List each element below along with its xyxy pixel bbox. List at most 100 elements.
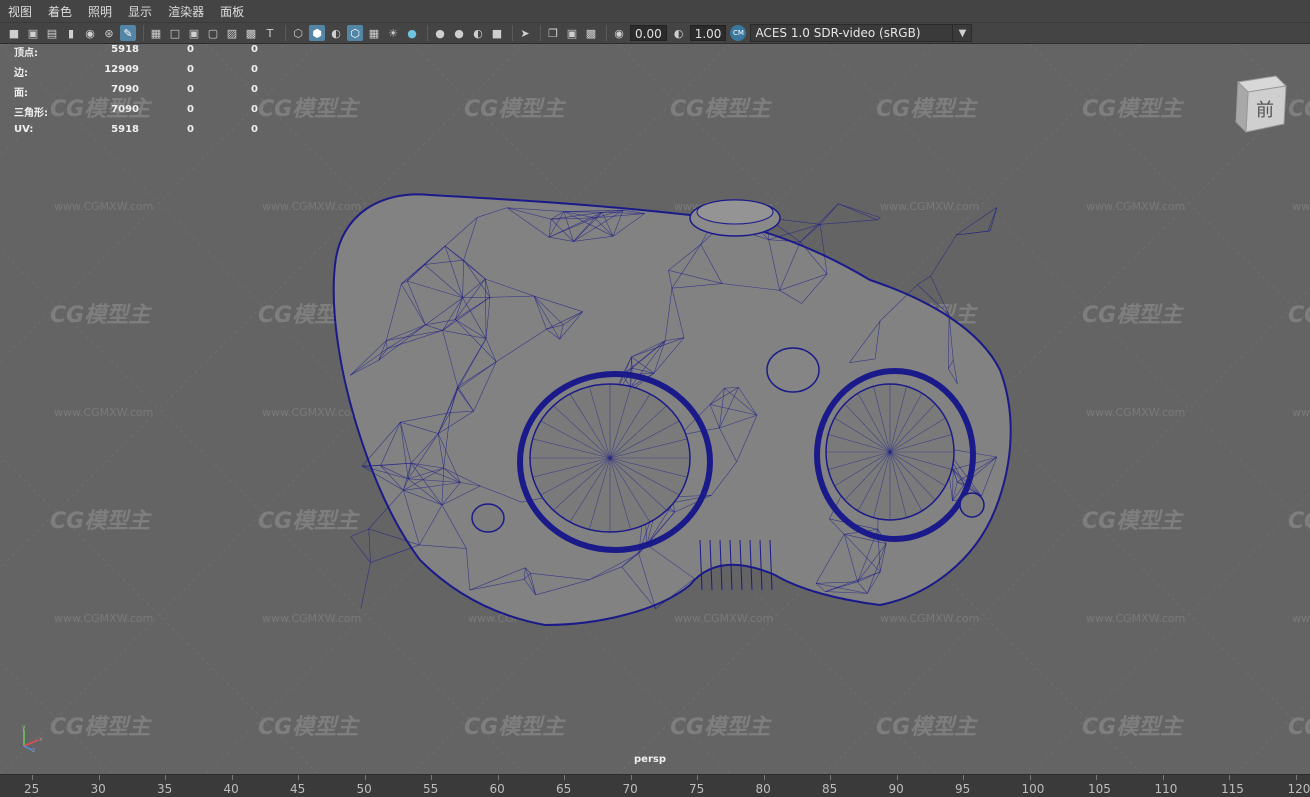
viewport-panel[interactable]: CG模型主www.CGMXW.comCG模型主www.CGMXW.comCG模型… [0,44,1310,774]
timeline-tick-label: 85 [822,782,837,796]
timeline-tick-label: 75 [689,782,704,796]
mesh-edge [956,207,996,235]
shadows-icon[interactable]: ● [404,25,420,41]
mesh-left-screw [472,504,504,532]
gamma-field[interactable]: 1.00 [690,25,727,41]
hud-triangles: 0 [250,64,258,75]
mesh-focus-knob [767,348,819,392]
time-slider[interactable]: 2530354045505560657075808590951001051101… [0,774,1310,797]
toolbar-divider [606,25,607,41]
safe-title-icon[interactable]: T [262,25,278,41]
timeline-tick [165,775,166,780]
image-plane-icon[interactable]: ◉ [82,25,98,41]
timeline-tick [365,775,366,780]
grease-pencil-icon[interactable]: ✎ [120,25,136,41]
wireframe-model[interactable] [0,44,1310,774]
z-axis-line [24,746,32,750]
hud-triangles: 0 [250,104,258,115]
textured-icon[interactable]: ▦ [366,25,382,41]
xray-components-icon[interactable]: ▩ [583,25,599,41]
z-axis-label: z [32,747,35,752]
hud-selected: 0 [186,44,194,55]
camera-attributes-icon[interactable]: ▣ [25,25,41,41]
mesh-edge [988,207,997,231]
safe-action-icon[interactable]: ▩ [243,25,259,41]
toolbar-divider [285,25,286,41]
mesh-edge [351,529,369,537]
menu-show[interactable]: 显示 [120,3,160,20]
x-axis-label: x [39,736,43,743]
hud-total: 7090 [111,84,139,95]
2d-pan-zoom-icon[interactable]: ⊛ [101,25,117,41]
grid-icon[interactable]: ▦ [148,25,164,41]
motion-blur-icon[interactable]: ● [451,25,467,41]
timeline-tick [631,775,632,780]
toolbar-divider [540,25,541,41]
timeline-tick-label: 50 [357,782,372,796]
viewport-toolbar: ■ ▣ ▤ ▮ ◉ ⊛ ✎ ▦ □ ▣ ▢ ▨ ▩ T ⬡ ⬢ ◐ ⬡ ▦ ☀ … [0,22,1310,44]
timeline-tick [764,775,765,780]
timeline-tick [564,775,565,780]
chevron-down-icon[interactable]: ▼ [952,25,971,41]
wireframe-on-shaded-icon[interactable]: ⬡ [347,25,363,41]
exposure-icon[interactable]: ◉ [611,25,627,41]
timeline-tick-label: 115 [1221,782,1244,796]
hud-selected: 0 [186,84,194,95]
timeline-tick-label: 25 [24,782,39,796]
wireframe-icon[interactable]: ⬡ [290,25,306,41]
resolution-gate-icon[interactable]: ▣ [186,25,202,41]
ambient-occlusion-icon[interactable]: ● [432,25,448,41]
timeline-tick [1229,775,1230,780]
timeline-tick-label: 55 [423,782,438,796]
hud-total: 5918 [111,44,139,55]
menu-renderer[interactable]: 渲染器 [160,3,212,20]
bookmark-icon[interactable]: ▮ [63,25,79,41]
timeline-tick-label: 45 [290,782,305,796]
field-chart-icon[interactable]: ▨ [224,25,240,41]
use-all-lights-icon[interactable]: ☀ [385,25,401,41]
anti-aliasing-icon[interactable]: ◐ [470,25,486,41]
menu-shading[interactable]: 着色 [40,3,80,20]
color-management-icon[interactable]: CM [730,25,746,41]
gamma-icon[interactable]: ◐ [671,25,687,41]
timeline-tick [830,775,831,780]
timeline-tick-label: 110 [1155,782,1178,796]
hud-total: 7090 [111,104,139,115]
menu-panels[interactable]: 面板 [212,3,252,20]
isolate-select-icon[interactable]: ➤ [517,25,533,41]
menu-view[interactable]: 视图 [0,3,40,20]
xray-joints-icon[interactable]: ▣ [564,25,580,41]
hud-row: UV:591800 [14,124,274,144]
mesh-edge [369,529,371,563]
timeline-tick [298,775,299,780]
timeline-tick-label: 100 [1022,782,1045,796]
timeline-tick-label: 105 [1088,782,1111,796]
hud-row: 面:709000 [14,84,274,104]
view-cube-side[interactable] [1236,82,1248,132]
mesh-edge [917,276,930,285]
mesh-edge [820,220,877,224]
mesh-edge [838,204,877,220]
xray-icon[interactable]: ❐ [545,25,561,41]
mesh-right-screw [960,493,984,517]
exposure-field[interactable]: 0.00 [630,25,667,41]
bookmark-camera-icon[interactable]: ▤ [44,25,60,41]
smooth-shade-icon[interactable]: ⬢ [309,25,325,41]
timeline-tick [498,775,499,780]
view-cube[interactable]: 前 [1228,72,1288,134]
film-gate-icon[interactable]: □ [167,25,183,41]
hud-row: 边:1290900 [14,64,274,84]
hud-label: 顶点: [14,44,38,59]
hud-label: 面: [14,84,28,99]
menu-lighting[interactable]: 照明 [80,3,120,20]
axis-gizmo: y x z [18,722,48,752]
toolbar-divider [512,25,513,41]
default-material-icon[interactable]: ◐ [328,25,344,41]
gate-mask-icon[interactable]: ▢ [205,25,221,41]
depth-of-field-icon[interactable]: ■ [489,25,505,41]
camera-name-label: persp [634,754,666,765]
mesh-top-cap-face [697,200,773,224]
view-transform-select[interactable]: ACES 1.0 SDR-video (sRGB) ▼ [750,24,972,42]
timeline-tick [32,775,33,780]
camera-select-icon[interactable]: ■ [6,25,22,41]
